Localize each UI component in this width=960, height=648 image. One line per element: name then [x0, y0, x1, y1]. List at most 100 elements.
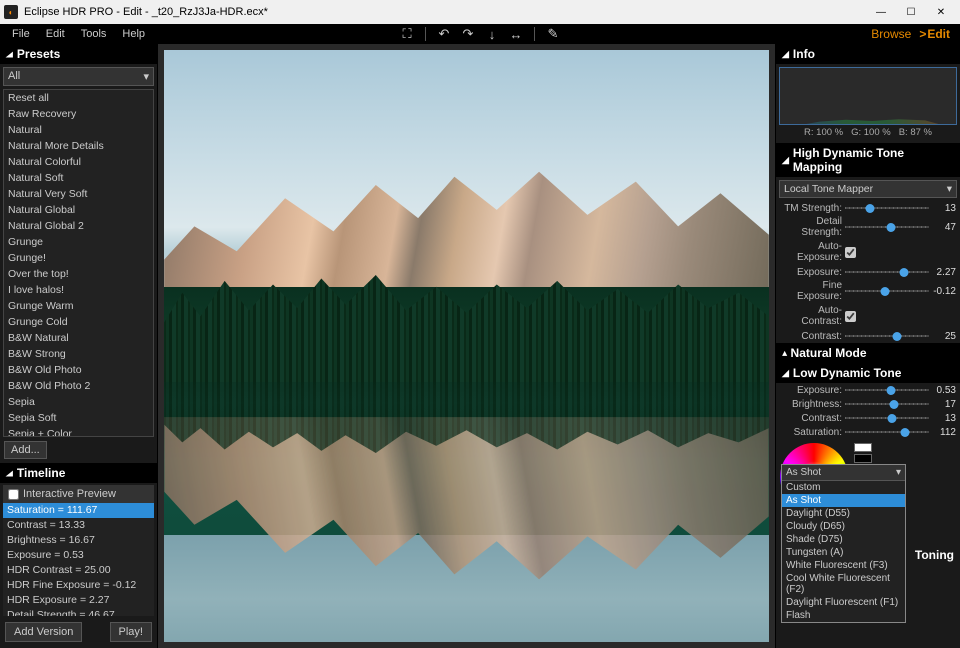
- preset-item[interactable]: B&W Strong: [4, 346, 153, 362]
- preset-item[interactable]: Natural Global: [4, 202, 153, 218]
- timeline-entry[interactable]: HDR Contrast = 25.00: [3, 563, 154, 578]
- auto-contrast-row[interactable]: Auto-Contrast:: [776, 303, 960, 329]
- timeline-entry[interactable]: HDR Exposure = 2.27: [3, 593, 154, 608]
- wb-option[interactable]: Custom: [782, 481, 905, 494]
- preset-item[interactable]: Natural Very Soft: [4, 186, 153, 202]
- auto-contrast-checkbox[interactable]: [845, 311, 856, 322]
- image-canvas: [164, 50, 769, 642]
- close-button[interactable]: ✕: [926, 2, 956, 22]
- toning-label: Toning: [915, 548, 954, 562]
- browse-link[interactable]: Browse: [871, 27, 911, 41]
- menu-edit[interactable]: Edit: [38, 25, 73, 43]
- app-logo-icon: ◐: [4, 5, 18, 19]
- menu-bar: File Edit Tools Help ⛶ ↶ ↷ ↓ ↔ ✎ Browse …: [0, 24, 960, 44]
- window-title: Eclipse HDR PRO - Edit - _t20_RzJ3Ja-HDR…: [24, 6, 866, 18]
- preset-item[interactable]: B&W Old Photo 2: [4, 378, 153, 394]
- swatch-white[interactable]: [854, 443, 872, 452]
- interactive-preview-checkbox[interactable]: [8, 489, 19, 500]
- timeline-entry[interactable]: Contrast = 13.33: [3, 518, 154, 533]
- ldt-header[interactable]: ◢Low Dynamic Tone: [776, 363, 960, 383]
- preset-item[interactable]: Reset all: [4, 90, 153, 106]
- preset-item[interactable]: Raw Recovery: [4, 106, 153, 122]
- image-viewer[interactable]: [158, 44, 775, 648]
- hdr-contrast-slider[interactable]: Contrast:25: [776, 329, 960, 343]
- ldt-saturation-slider[interactable]: Saturation:112: [776, 425, 960, 439]
- menu-file[interactable]: File: [4, 25, 38, 43]
- preset-item[interactable]: I love halos!: [4, 282, 153, 298]
- natural-mode-header[interactable]: ▸Natural Mode: [776, 343, 960, 363]
- auto-exposure-row[interactable]: Auto-Exposure:: [776, 239, 960, 265]
- timeline-entry[interactable]: Exposure = 0.53: [3, 548, 154, 563]
- wb-option[interactable]: Tungsten (A): [782, 546, 905, 559]
- timeline-entry[interactable]: HDR Fine Exposure = -0.12: [3, 578, 154, 593]
- preset-item[interactable]: Sepia: [4, 394, 153, 410]
- maximize-button[interactable]: ☐: [896, 2, 926, 22]
- preset-item[interactable]: Grunge!: [4, 250, 153, 266]
- preset-item[interactable]: Natural Soft: [4, 170, 153, 186]
- ldt-exposure-slider[interactable]: Exposure:0.53: [776, 383, 960, 397]
- flip-horizontal-icon[interactable]: ↔: [507, 25, 525, 43]
- preset-item[interactable]: Natural: [4, 122, 153, 138]
- play-button[interactable]: Play!: [110, 622, 152, 642]
- preset-item[interactable]: Over the top!: [4, 266, 153, 282]
- preset-item[interactable]: Natural More Details: [4, 138, 153, 154]
- chevron-down-icon: ▾: [143, 70, 149, 83]
- swatch-black[interactable]: [854, 454, 872, 463]
- edit-link[interactable]: Edit: [919, 27, 950, 41]
- title-bar: ◐ Eclipse HDR PRO - Edit - _t20_RzJ3Ja-H…: [0, 0, 960, 24]
- wb-option[interactable]: Cool White Fluorescent (F2): [782, 572, 905, 596]
- wb-option[interactable]: Flash: [782, 609, 905, 622]
- wb-option[interactable]: Shade (D75): [782, 533, 905, 546]
- timeline-entry[interactable]: Brightness = 16.67: [3, 533, 154, 548]
- detail-strength-slider[interactable]: Detail Strength:47: [776, 215, 960, 239]
- flip-vertical-icon[interactable]: ↓: [483, 25, 501, 43]
- menu-help[interactable]: Help: [114, 25, 153, 43]
- add-version-button[interactable]: Add Version: [5, 622, 82, 642]
- hdr-exposure-slider[interactable]: Exposure:2.27: [776, 265, 960, 279]
- preset-item[interactable]: Grunge Cold: [4, 314, 153, 330]
- rotate-left-icon[interactable]: ↶: [435, 25, 453, 43]
- preset-item[interactable]: Grunge Warm: [4, 298, 153, 314]
- rotate-right-icon[interactable]: ↷: [459, 25, 477, 43]
- timeline-entry[interactable]: Saturation = 111.67: [3, 503, 154, 518]
- preset-item[interactable]: Sepia + Color: [4, 426, 153, 437]
- left-panel: ◢Presets All▾ Reset allRaw RecoveryNatur…: [0, 44, 158, 648]
- preset-item[interactable]: Natural Colorful: [4, 154, 153, 170]
- timeline-list[interactable]: Saturation = 111.67Contrast = 13.33Brigh…: [3, 503, 154, 616]
- hdtm-header[interactable]: ◢High Dynamic Tone Mapping: [776, 143, 960, 177]
- tone-mapper-select[interactable]: Local Tone Mapper▾: [779, 180, 957, 198]
- wb-option[interactable]: Daylight (D55): [782, 507, 905, 520]
- chevron-down-icon: ▾: [896, 467, 901, 478]
- chevron-down-icon: ▾: [947, 183, 952, 195]
- wb-option[interactable]: As Shot: [782, 494, 905, 507]
- wb-option[interactable]: Daylight Fluorescent (F1): [782, 596, 905, 609]
- preset-item[interactable]: B&W Natural: [4, 330, 153, 346]
- info-header[interactable]: ◢Info: [776, 44, 960, 64]
- brush-icon[interactable]: ✎: [544, 25, 562, 43]
- fine-exposure-slider[interactable]: Fine Exposure:-0.12: [776, 279, 960, 303]
- hist-g: G: 100 %: [851, 127, 891, 138]
- preset-item[interactable]: Natural Global 2: [4, 218, 153, 234]
- ldt-brightness-slider[interactable]: Brightness:17: [776, 397, 960, 411]
- auto-exposure-checkbox[interactable]: [845, 247, 856, 258]
- wb-option[interactable]: Cloudy (D65): [782, 520, 905, 533]
- hist-r: R: 100 %: [804, 127, 843, 138]
- tm-strength-slider[interactable]: TM Strength:13: [776, 201, 960, 215]
- minimize-button[interactable]: —: [866, 2, 896, 22]
- interactive-preview-row[interactable]: Interactive Preview: [3, 485, 154, 503]
- ldt-contrast-slider[interactable]: Contrast:13: [776, 411, 960, 425]
- white-balance-dropdown[interactable]: As Shot▾ CustomAs ShotDaylight (D55)Clou…: [781, 464, 906, 623]
- presets-header[interactable]: ◢Presets: [0, 44, 157, 64]
- presets-list[interactable]: Reset allRaw RecoveryNaturalNatural More…: [3, 89, 154, 437]
- preset-item[interactable]: Sepia Soft: [4, 410, 153, 426]
- preset-item[interactable]: B&W Old Photo: [4, 362, 153, 378]
- timeline-header[interactable]: ◢Timeline: [0, 463, 157, 483]
- timeline-entry[interactable]: Detail Strength = 46.67: [3, 608, 154, 616]
- presets-filter-select[interactable]: All▾: [3, 67, 154, 86]
- preset-item[interactable]: Grunge: [4, 234, 153, 250]
- menu-tools[interactable]: Tools: [73, 25, 115, 43]
- hist-b: B: 87 %: [899, 127, 932, 138]
- fit-screen-icon[interactable]: ⛶: [398, 25, 416, 43]
- wb-option[interactable]: White Fluorescent (F3): [782, 559, 905, 572]
- presets-add-button[interactable]: Add...: [4, 441, 47, 459]
